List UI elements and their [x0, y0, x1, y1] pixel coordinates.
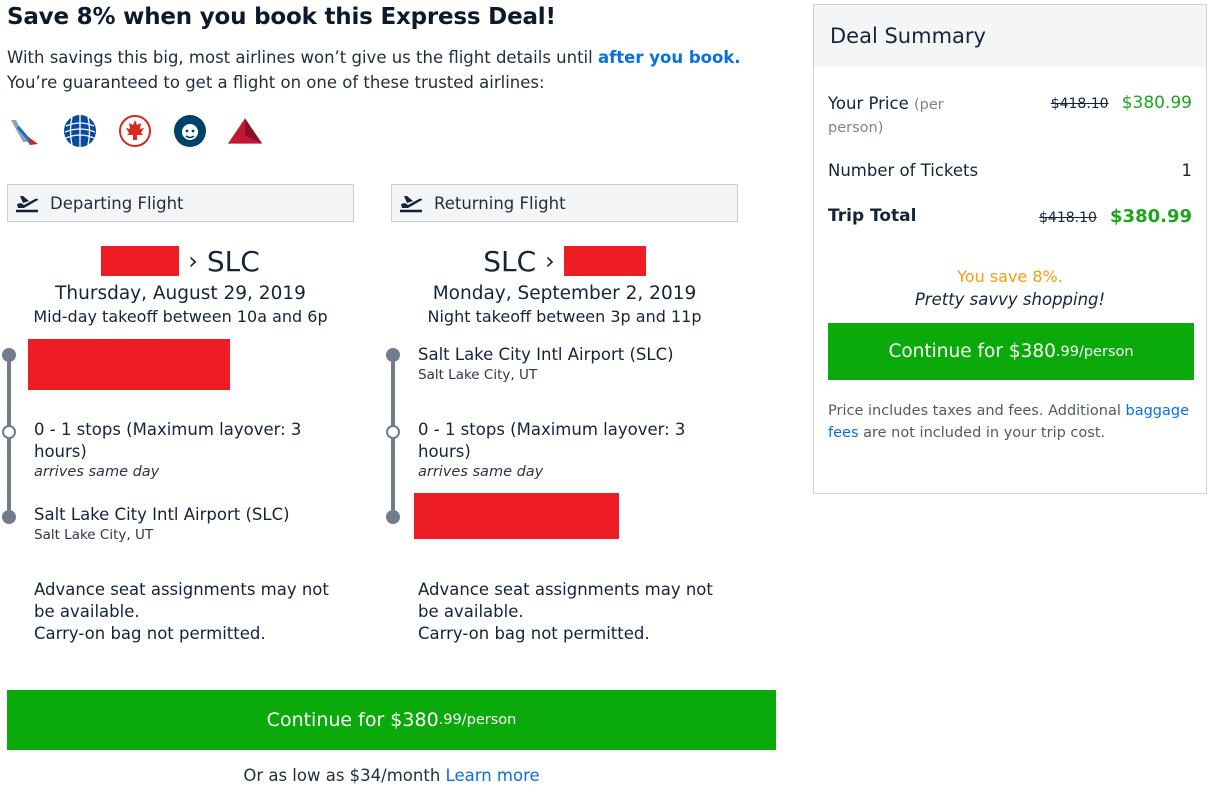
departure-city: Salt Lake City, UT — [418, 367, 538, 383]
intro-text: With savings this big, most airlines won… — [7, 45, 807, 95]
arrival-stop: Salt Lake City Intl Airport (SLC) Salt L… — [34, 504, 344, 543]
trip-total-values: $418.10 $380.99 — [1039, 206, 1192, 227]
continue-cents: .99 — [1055, 343, 1079, 360]
fees-text-prefix: Price includes taxes and fees. Additiona… — [828, 403, 1126, 419]
intro-line2: You’re guaranteed to get a flight on one… — [7, 73, 545, 92]
deal-summary-title: Deal Summary — [814, 5, 1206, 67]
route-separator: › — [188, 247, 198, 275]
american-airlines-logo-icon — [7, 113, 43, 149]
timeline-start-dot — [2, 348, 16, 362]
air-canada-maple-logo-icon — [117, 113, 153, 149]
trip-total-row: Trip Total $418.10 $380.99 — [828, 206, 1192, 227]
continue-price: Continue for $380 — [888, 341, 1056, 362]
returning-timeline: Salt Lake City Intl Airport (SLC) Salt L… — [386, 345, 738, 643]
trip-total-label: Trip Total — [828, 206, 917, 226]
fees-disclaimer: Price includes taxes and fees. Additiona… — [828, 400, 1192, 444]
returning-time-window: Night takeoff between 3p and 11p — [427, 307, 702, 326]
plane-takeoff-icon — [16, 196, 38, 213]
arrival-airport: Salt Lake City Intl Airport (SLC) — [34, 505, 290, 524]
learn-more-link[interactable]: Learn more — [446, 766, 540, 785]
delta-widget-logo-icon — [227, 113, 263, 149]
arrives-note: arrives same day — [418, 464, 544, 480]
deal-summary-panel: Deal Summary Your Price (per person) $41… — [813, 4, 1207, 494]
departing-date: Thursday, August 29, 2019 — [55, 283, 306, 304]
your-price-label-wrap: Your Price (per person) — [828, 93, 998, 139]
tickets-row: Number of Tickets 1 — [828, 161, 1192, 180]
financing-text: Or as low as $34/month Learn more — [0, 766, 783, 785]
timeline-end-dot — [386, 510, 400, 524]
redacted-arrival-airport — [414, 493, 619, 539]
redacted-origin-code — [101, 246, 180, 276]
departing-notes: Advance seat assignments may not be avai… — [34, 579, 354, 645]
returning-route: SLC › — [391, 244, 738, 278]
arrives-note: arrives same day — [34, 464, 160, 480]
continue-price: Continue for $380 — [266, 709, 439, 731]
after-you-book-link[interactable]: after you book. — [598, 48, 741, 67]
origin-code: SLC — [483, 244, 537, 278]
united-globe-logo-icon — [62, 113, 98, 149]
departing-route: › SLC — [7, 244, 354, 278]
your-price-values: $418.10 $380.99 — [1051, 93, 1192, 113]
tickets-value: 1 — [1181, 161, 1193, 180]
tickets-label: Number of Tickets — [828, 161, 979, 180]
route-separator: › — [545, 247, 555, 275]
stops-text: 0 - 1 stops (Maximum layover: 3 hours) — [418, 420, 686, 461]
summary-continue-button[interactable]: Continue for $380.99/person — [828, 323, 1194, 380]
plane-takeoff-icon — [400, 196, 422, 213]
returning-flight-card: Returning Flight SLC › Monday, September… — [386, 184, 738, 643]
continue-per-person: /person — [1078, 343, 1134, 360]
returning-header-label: Returning Flight — [434, 193, 566, 213]
original-price: $418.10 — [1050, 96, 1109, 112]
departure-stop: Salt Lake City Intl Airport (SLC) Salt L… — [418, 344, 728, 383]
savvy-text: Pretty savvy shopping! — [914, 290, 1106, 309]
continue-cents: .99 — [438, 712, 462, 728]
stops-info: 0 - 1 stops (Maximum layover: 3 hours) a… — [34, 419, 324, 480]
deal-price: $380.99 — [1121, 93, 1192, 113]
trip-total-price: $380.99 — [1110, 206, 1192, 227]
savings-text: You save 8%. — [957, 267, 1063, 286]
airline-logos — [7, 113, 282, 149]
returning-notes: Advance seat assignments may not be avai… — [418, 579, 738, 645]
your-price-label: Your Price — [828, 94, 909, 113]
seat-note: Advance seat assignments may not be avai… — [34, 580, 329, 621]
departing-header-label: Departing Flight — [50, 193, 184, 213]
stops-info: 0 - 1 stops (Maximum layover: 3 hours) a… — [418, 419, 708, 480]
destination-code: SLC — [206, 244, 260, 278]
continue-per-person: /person — [461, 712, 517, 728]
timeline-start-dot — [386, 348, 400, 362]
arrival-city: Salt Lake City, UT — [34, 527, 154, 543]
departure-airport: Salt Lake City Intl Airport (SLC) — [418, 345, 674, 364]
fees-text-suffix: are not included in your trip cost. — [858, 425, 1106, 441]
financing-offer: Or as low as $34/month — [243, 766, 441, 785]
returning-flight-header: Returning Flight — [391, 184, 738, 222]
departing-timeline: 0 - 1 stops (Maximum layover: 3 hours) a… — [2, 339, 354, 643]
page-title: Save 8% when you book this Express Deal! — [7, 4, 556, 30]
departing-flight-card: Departing Flight › SLC Thursday, August … — [2, 184, 354, 643]
timeline-stop-dot — [2, 425, 16, 439]
stops-text: 0 - 1 stops (Maximum layover: 3 hours) — [34, 420, 302, 461]
trip-total-original: $418.10 — [1039, 210, 1097, 226]
departing-flight-header: Departing Flight — [7, 184, 354, 222]
bag-note: Carry-on bag not permitted. — [418, 624, 650, 643]
redacted-origin-airport — [28, 339, 230, 390]
continue-button[interactable]: Continue for $380.99/person — [7, 690, 776, 750]
your-price-row: Your Price (per person) $418.10 $380.99 — [828, 93, 1192, 139]
timeline-stop-dot — [386, 425, 400, 439]
alaska-airlines-eskimo-logo-icon — [172, 113, 208, 149]
departing-time-window: Mid-day takeoff between 10a and 6p — [33, 307, 328, 326]
redacted-destination-code — [563, 246, 646, 276]
returning-date: Monday, September 2, 2019 — [432, 283, 697, 304]
bag-note: Carry-on bag not permitted. — [34, 624, 266, 643]
seat-note: Advance seat assignments may not be avai… — [418, 580, 713, 621]
intro-line1: With savings this big, most airlines won… — [7, 48, 598, 67]
timeline-end-dot — [2, 510, 16, 524]
